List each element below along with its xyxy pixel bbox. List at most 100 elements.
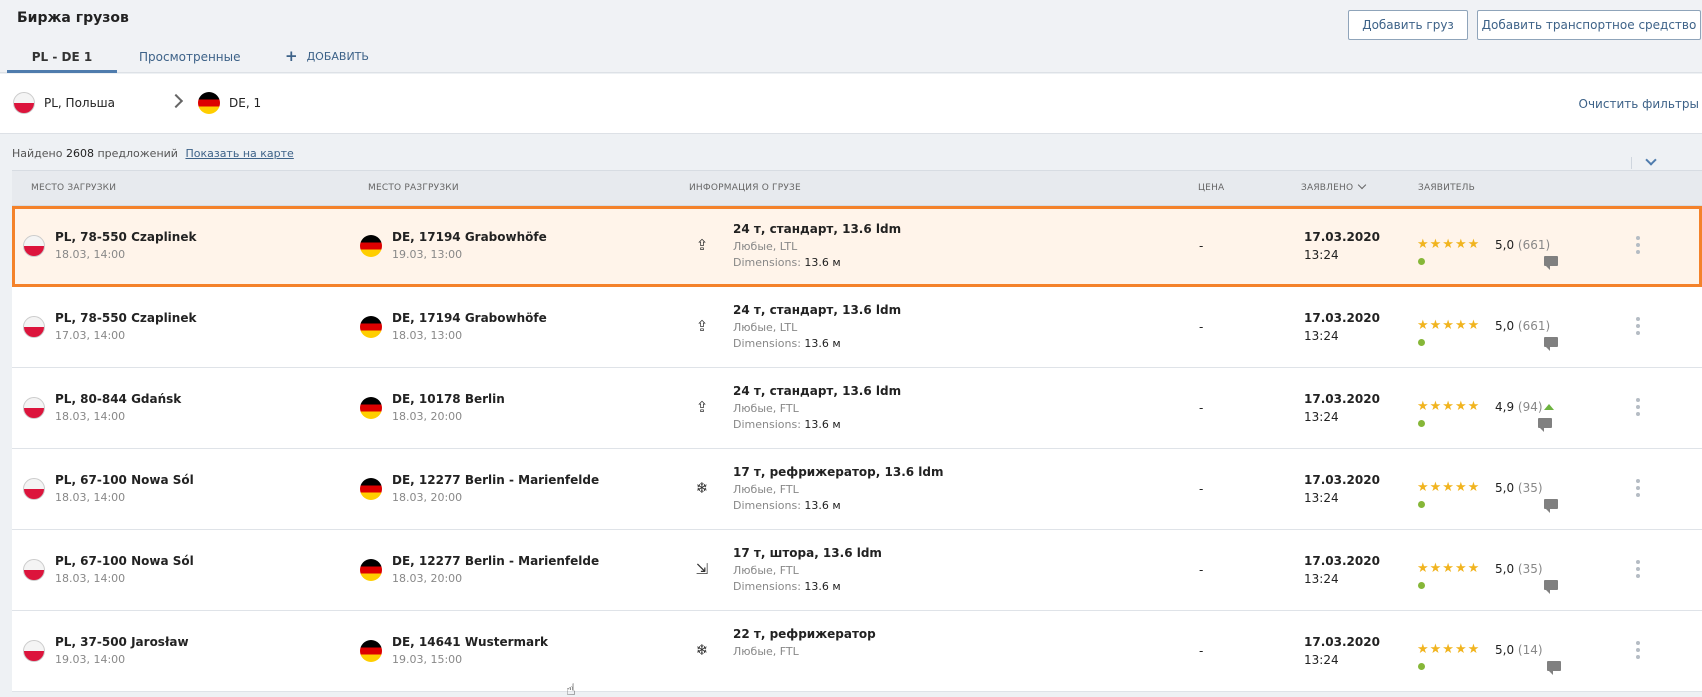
table-header: МЕСТО ЗАГРУЗКИ МЕСТО РАЗГРУЗКИ ИНФОРМАЦИ… — [12, 170, 1702, 206]
sort-down-icon — [1358, 180, 1367, 190]
column-price[interactable]: ЦЕНА — [1198, 183, 1224, 193]
chat-icon[interactable] — [1544, 499, 1558, 513]
dimensions-label: Dimensions: — [733, 418, 801, 431]
more-options-icon[interactable] — [1636, 479, 1640, 497]
page-header: Биржа грузов Добавить груз Добавить тран… — [0, 0, 1702, 73]
loading-place: PL, 67-100 Nowa Sól — [55, 554, 194, 568]
chat-icon[interactable] — [1544, 256, 1558, 270]
table-row[interactable]: PL, 78-550 Czaplinek 17.03, 14:00 DE, 1719… — [12, 287, 1702, 368]
chevron-down-icon[interactable] — [1645, 154, 1657, 166]
add-cargo-button[interactable]: Добавить груз — [1348, 10, 1468, 40]
poland-flag-icon — [13, 92, 35, 114]
column-cargo[interactable]: ИНФОРМАЦИЯ О ГРУЗЕ — [689, 183, 801, 193]
germany-flag-icon — [360, 235, 382, 257]
online-status-icon — [1418, 582, 1425, 589]
filter-from-label: PL, Польша — [44, 96, 115, 110]
price: - — [1199, 320, 1204, 334]
cargo-info: 24 т, стандарт, 13.6 ldm — [733, 303, 902, 317]
unloading-place: DE, 10178 Berlin — [392, 392, 505, 406]
posted-date: 17.03.2020 — [1304, 635, 1380, 649]
column-unloading[interactable]: МЕСТО РАЗГРУЗКИ — [368, 183, 459, 193]
more-options-icon[interactable] — [1636, 236, 1640, 254]
chat-icon[interactable] — [1544, 337, 1558, 351]
filter-from[interactable]: PL, Польша — [13, 92, 115, 114]
chat-icon[interactable] — [1544, 580, 1558, 594]
results-suffix: предложений — [97, 147, 178, 160]
rating-count[interactable]: (35) — [1518, 481, 1543, 495]
unloading-place: DE, 17194 Grabowhöfe — [392, 311, 547, 325]
results-count: 2608 — [65, 147, 94, 160]
filter-to[interactable]: DE, 1 — [198, 92, 261, 114]
cargo-info: 22 т, рефрижератор — [733, 627, 876, 641]
star-rating-icon: ★★★★★ — [1417, 561, 1481, 576]
posted-time: 13:24 — [1304, 572, 1339, 586]
column-posted[interactable]: ЗАЯВЛЕНО — [1301, 180, 1367, 193]
loading-place: PL, 37-500 Jarosław — [55, 635, 189, 649]
tab-viewed[interactable]: Просмотренные — [139, 46, 241, 73]
unloading-place: DE, 12277 Berlin - Marienfelde — [392, 473, 600, 487]
snowflake-icon: ❄ — [695, 641, 709, 659]
rating: 5,0 (661) — [1495, 319, 1550, 333]
dimensions-label: Dimensions: — [733, 337, 801, 350]
upload-icon: ⇪ — [695, 236, 709, 254]
rating-count[interactable]: (14) — [1518, 643, 1543, 657]
more-options-icon[interactable] — [1636, 641, 1640, 659]
rating-count[interactable]: (661) — [1518, 319, 1550, 333]
chat-icon[interactable] — [1547, 661, 1561, 675]
snowflake-icon: ❄ — [695, 479, 709, 497]
table-row[interactable]: PL, 80-844 Gdańsk 18.03, 14:00 DE, 10178 B… — [12, 368, 1702, 449]
upload-icon: ⇪ — [695, 398, 709, 416]
add-vehicle-button[interactable]: Добавить транспортное средство — [1477, 10, 1701, 40]
germany-flag-icon — [360, 640, 382, 662]
cargo-info: 17 т, штора, 13.6 ldm — [733, 546, 882, 560]
online-status-icon — [1418, 501, 1425, 508]
rating-count[interactable]: (94) — [1518, 400, 1543, 414]
online-status-icon — [1418, 339, 1425, 346]
column-posted-label: ЗАЯВЛЕНО — [1301, 183, 1354, 193]
dimensions-value: 13.6 м — [804, 337, 841, 350]
loading-place: PL, 78-550 Czaplinek — [55, 230, 197, 244]
rating-value: 4,9 — [1495, 400, 1515, 414]
table-row[interactable]: PL, 78-550 Czaplinek 18.03, 14:00 DE, 1719… — [12, 206, 1702, 287]
table-row[interactable]: PL, 37-500 Jarosław 19.03, 14:00 DE, 14641… — [12, 611, 1702, 692]
rating-value: 5,0 — [1495, 481, 1515, 495]
more-options-icon[interactable] — [1636, 398, 1640, 416]
star-rating-icon: ★★★★★ — [1417, 642, 1481, 657]
results-prefix: Найдено — [12, 147, 63, 160]
trend-up-icon — [1544, 404, 1554, 410]
chat-icon[interactable] — [1538, 418, 1552, 432]
poland-flag-icon — [23, 559, 45, 581]
posted-date: 17.03.2020 — [1304, 473, 1380, 487]
rating-count[interactable]: (661) — [1518, 238, 1550, 252]
unloading-date: 18.03, 20:00 — [392, 410, 463, 423]
cargo-info: 24 т, стандарт, 13.6 ldm — [733, 222, 902, 236]
cargo-dimensions: Dimensions: 13.6 м — [733, 418, 841, 431]
cargo-dimensions: Dimensions: 13.6 м — [733, 256, 841, 269]
poland-flag-icon — [23, 478, 45, 500]
loading-date: 19.03, 14:00 — [55, 653, 126, 666]
more-options-icon[interactable] — [1636, 560, 1640, 578]
loading-place: PL, 80-844 Gdańsk — [55, 392, 182, 406]
tab-pl-de[interactable]: PL - DE 1 — [7, 46, 117, 73]
poland-flag-icon — [23, 316, 45, 338]
dimensions-label: Dimensions: — [733, 499, 801, 512]
column-loading[interactable]: МЕСТО ЗАГРУЗКИ — [31, 183, 116, 193]
table-row[interactable]: PL, 67-100 Nowa Sól 18.03, 14:00 DE, 12277… — [12, 449, 1702, 530]
more-options-icon[interactable] — [1636, 317, 1640, 335]
germany-flag-icon — [198, 92, 220, 114]
germany-flag-icon — [360, 316, 382, 338]
star-rating-icon: ★★★★★ — [1417, 237, 1481, 252]
price: - — [1199, 644, 1204, 658]
rating-count[interactable]: (35) — [1518, 562, 1543, 576]
column-applicant[interactable]: ЗАЯВИТЕЛЬ — [1418, 183, 1475, 193]
show-on-map-link[interactable]: Показать на карте — [185, 147, 293, 160]
tab-add[interactable]: + ДОБАВИТЬ — [285, 46, 369, 73]
cargo-info: 17 т, рефрижератор, 13.6 ldm — [733, 465, 944, 479]
price: - — [1199, 239, 1204, 253]
unloading-date: 19.03, 15:00 — [392, 653, 463, 666]
posted-date: 17.03.2020 — [1304, 392, 1380, 406]
offers-table: PL, 78-550 Czaplinek 18.03, 14:00 DE, 1719… — [12, 206, 1702, 692]
results-summary: Найдено 2608 предложений Показать на кар… — [12, 147, 294, 160]
clear-filters-link[interactable]: Очистить фильтры — [1579, 97, 1699, 111]
table-row[interactable]: PL, 67-100 Nowa Sól 18.03, 14:00 DE, 12277… — [12, 530, 1702, 611]
